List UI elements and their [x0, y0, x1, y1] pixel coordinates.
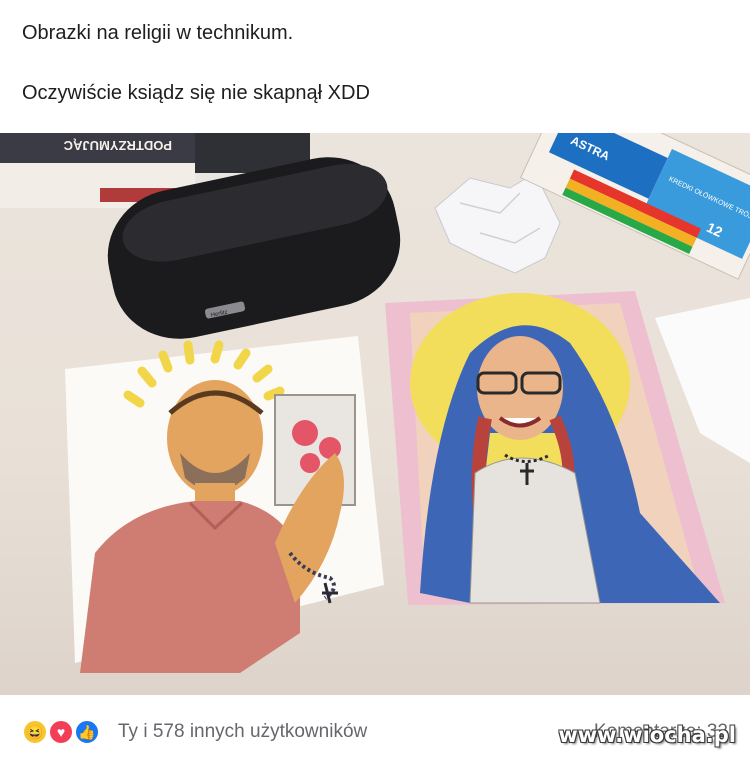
post-line-2: Oczywiście ksiądz się nie skapnął XDD [22, 82, 370, 104]
drawing-left [65, 336, 384, 673]
post-text: Obrazki na religii w technikum. Oczywiśc… [22, 20, 722, 106]
reactions-bar: 😆 ♥ 👍 Ty i 578 innych użytkowników Komen… [0, 695, 750, 766]
watermark: www.wiocha.pl [558, 723, 736, 747]
reactions-summary[interactable]: Ty i 578 innych użytkowników [118, 721, 367, 743]
like-icon: 👍 [74, 719, 100, 745]
post-line-1: Obrazki na religii w technikum. [22, 22, 294, 44]
book-spine-text: PODTRZYMUJĄC [63, 138, 172, 153]
reaction-icons[interactable]: 😆 ♥ 👍 [22, 719, 112, 745]
photo-illustration: PODTRZYMUJĄC Herlitz ASTRA KREDKI OŁ [0, 133, 750, 673]
crumpled-paper [434, 172, 561, 274]
crayon-box: ASTRA KREDKI OŁÓWKOWE TRÓJKĄTNE 12 [519, 133, 750, 280]
post-photo[interactable]: PODTRZYMUJĄC Herlitz ASTRA KREDKI OŁ [0, 133, 750, 695]
haha-icon: 😆 [22, 719, 48, 745]
love-icon: ♥ [48, 719, 74, 745]
